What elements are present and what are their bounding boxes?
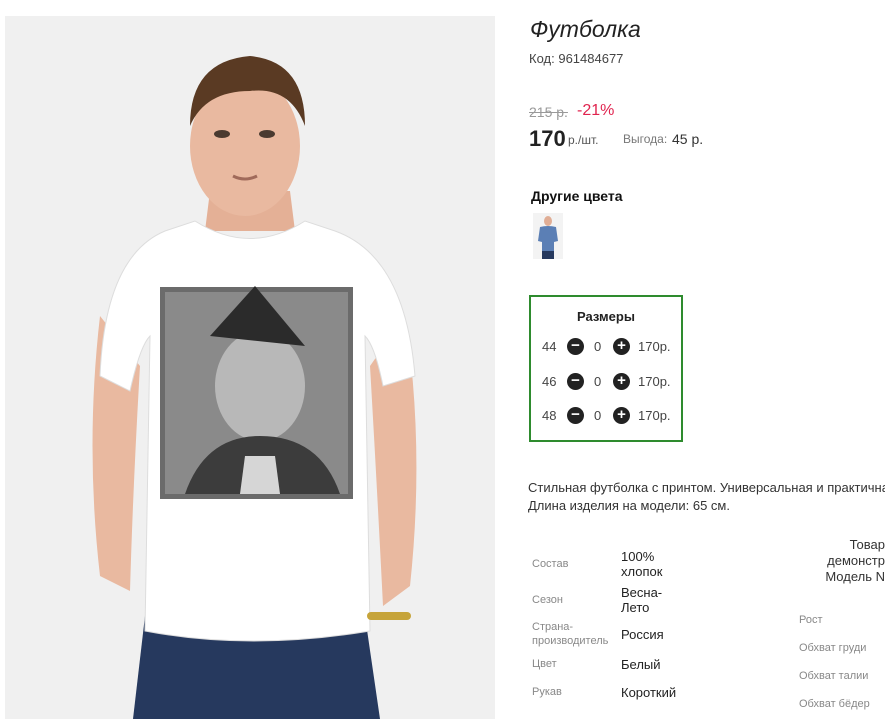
product-description: Стильная футболка с принтом. Универсальн…: [528, 479, 885, 515]
quantity-value: 0: [594, 408, 602, 423]
spec-value-color: Белый: [621, 657, 661, 672]
spec-value-season: Весна-Лето: [621, 585, 663, 615]
size-row-48: 48 − 0 + 170р.: [540, 406, 680, 426]
price-unit: р./шт.: [568, 133, 599, 147]
measure-chest-label: Обхват груди: [799, 642, 867, 654]
spec-value-composition: 100% хлопок: [621, 549, 663, 579]
code-label: Код:: [529, 51, 555, 66]
model-info-line: демонстр: [827, 553, 885, 568]
spec-label-country: Страна-производитель: [532, 621, 609, 647]
measure-waist-label: Обхват талии: [799, 670, 869, 682]
benefit-value: 45 р.: [672, 131, 704, 147]
measure-hips-label: Обхват бёдер: [799, 698, 870, 710]
discount-badge: -21%: [577, 102, 615, 119]
spec-label-season: Сезон: [532, 594, 563, 606]
old-price: 215 р.: [529, 104, 568, 120]
decrease-quantity-button[interactable]: −: [567, 407, 584, 424]
decrease-quantity-button[interactable]: −: [567, 373, 584, 390]
benefit-label: Выгода:: [623, 132, 668, 146]
spec-value-sleeve: Короткий: [621, 685, 677, 700]
size-label: 48: [542, 408, 557, 423]
increase-quantity-button[interactable]: +: [613, 407, 630, 424]
product-title: Футболка: [530, 16, 641, 42]
model-info-heading: Товар демонстр Модель N: [780, 537, 885, 585]
other-colors-heading: Другие цвета: [531, 188, 623, 204]
size-label: 44: [542, 339, 557, 354]
price-value: 170: [529, 126, 566, 151]
sizes-panel: Размеры 44 − 0 + 170р. 46 − 0 + 170р. 48…: [529, 295, 683, 442]
size-price: 170р.: [638, 408, 671, 423]
spec-value-country: Россия: [621, 627, 664, 642]
description-length: Длина изделия на модели: 65 см.: [528, 498, 730, 513]
product-image: [5, 16, 495, 719]
size-label: 46: [542, 374, 557, 389]
spec-label-color: Цвет: [532, 658, 557, 670]
model-info-line: Модель N: [825, 569, 885, 584]
product-photo[interactable]: [5, 16, 495, 719]
code-value: 961484677: [558, 51, 624, 66]
size-price: 170р.: [638, 374, 671, 389]
size-row-44: 44 − 0 + 170р.: [540, 337, 680, 357]
spec-label-sleeve: Рукав: [532, 686, 562, 698]
quantity-value: 0: [594, 339, 602, 354]
increase-quantity-button[interactable]: +: [613, 338, 630, 355]
color-variant-image: [533, 213, 563, 259]
description-line: Стильная футболка с принтом. Универсальн…: [528, 480, 885, 495]
product-code: Код: 961484677: [529, 51, 623, 66]
measure-height-label: Рост: [799, 614, 823, 626]
sizes-heading: Размеры: [577, 309, 635, 324]
spec-label-composition: Состав: [532, 558, 569, 570]
color-variant-thumbnail[interactable]: [533, 213, 563, 259]
size-row-46: 46 − 0 + 170р.: [540, 372, 680, 392]
quantity-value: 0: [594, 374, 602, 389]
model-info-line: Товар: [849, 537, 885, 552]
size-price: 170р.: [638, 339, 671, 354]
decrease-quantity-button[interactable]: −: [567, 338, 584, 355]
increase-quantity-button[interactable]: +: [613, 373, 630, 390]
